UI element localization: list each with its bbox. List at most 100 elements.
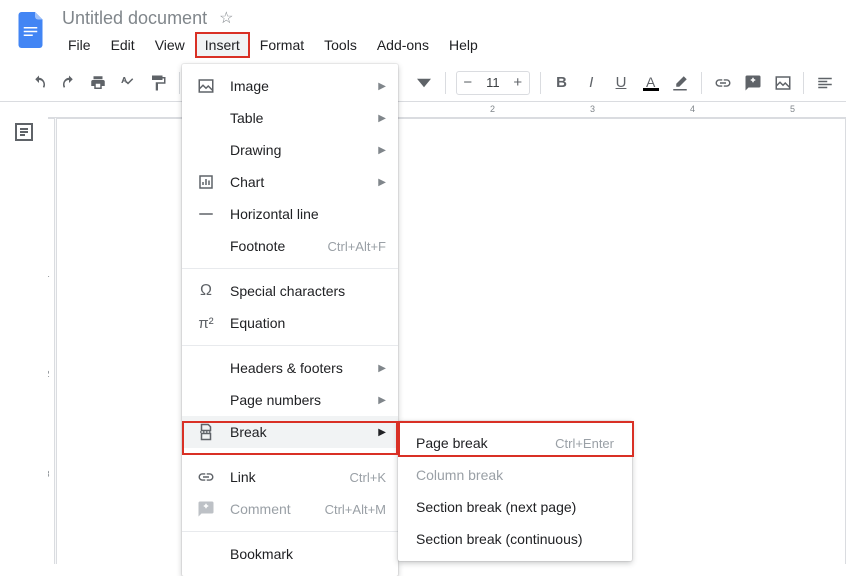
separator [540,72,541,94]
menu-item-label: Page numbers [230,392,370,408]
menu-item-label: Table [230,110,370,126]
separator [803,72,804,94]
highlight-color-button[interactable] [670,70,692,96]
insert-comment-button[interactable] [742,70,764,96]
document-title[interactable]: Untitled document [58,8,211,29]
omega-icon: Ω [196,282,216,300]
underline-button[interactable]: U [610,70,632,96]
menu-item-label: Break [230,424,370,440]
submenu-item-section-break-next-page[interactable]: Section break (next page) [398,491,632,523]
italic-button[interactable]: I [580,70,602,96]
print-button[interactable] [87,70,109,96]
menu-item-comment: Comment Ctrl+Alt+M [182,493,398,525]
menu-insert[interactable]: Insert [195,32,250,58]
ruler-tick: 5 [790,104,795,114]
menu-bar: FileEditViewInsertFormatToolsAdd-onsHelp [58,32,488,58]
menu-item-shortcut: Ctrl+K [350,470,386,485]
menu-item-label: Equation [230,315,386,331]
menu-format[interactable]: Format [250,32,314,58]
menu-item-label: Section break (continuous) [416,531,614,547]
submenu-arrow-icon: ▶ [378,395,386,406]
menu-item-break[interactable]: Break ▶ [182,416,398,448]
menu-item-chart[interactable]: Chart ▶ [182,166,398,198]
ruler-tick: 2 [490,104,495,114]
menu-item-label: Drawing [230,142,370,158]
menu-view[interactable]: View [145,32,195,58]
separator [701,72,702,94]
style-dropdown-arrow[interactable] [413,70,435,96]
menu-item-label: Comment [230,501,325,517]
menu-tools[interactable]: Tools [314,32,367,58]
insert-image-button[interactable] [772,70,794,96]
menu-item-label: Horizontal line [230,206,386,222]
submenu-item-page-break[interactable]: Page break Ctrl+Enter [398,427,632,459]
docs-logo[interactable] [12,10,52,50]
submenu-arrow-icon: ▶ [378,363,386,374]
menu-item-label: Chart [230,174,370,190]
text-color-button[interactable]: A [640,70,662,96]
menu-item-label: Footnote [230,238,327,254]
menu-item-label: Section break (next page) [416,499,614,515]
menu-item-drawing[interactable]: Drawing ▶ [182,134,398,166]
horizontal-line-icon [196,205,216,223]
menu-item-footnote[interactable]: Footnote Ctrl+Alt+F [182,230,398,262]
menu-item-shortcut: Ctrl+Alt+M [325,502,386,517]
menu-item-label: Image [230,78,370,94]
menu-item-label: Headers & footers [230,360,370,376]
paint-format-button[interactable] [147,70,169,96]
redo-button[interactable] [58,70,80,96]
submenu-item-column-break: Column break [398,459,632,491]
font-size-increase[interactable]: + [507,74,529,91]
page-break-icon [196,423,216,441]
menu-edit[interactable]: Edit [101,32,145,58]
menu-item-table[interactable]: Table ▶ [182,102,398,134]
separator [445,72,446,94]
menu-add-ons[interactable]: Add-ons [367,32,439,58]
menu-item-page-numbers[interactable]: Page numbers ▶ [182,384,398,416]
link-icon [196,468,216,486]
menu-item-horizontal-line[interactable]: Horizontal line [182,198,398,230]
font-size-decrease[interactable]: − [457,74,479,91]
menu-item-shortcut: Ctrl+Enter [555,436,614,451]
chart-icon [196,173,216,191]
submenu-arrow-icon: ▶ [378,427,386,438]
break-submenu: Page break Ctrl+Enter Column break Secti… [398,421,632,561]
menu-item-image[interactable]: Image ▶ [182,70,398,102]
ruler-tick: 4 [690,104,695,114]
toolbar: − 11 + B I U A [0,64,846,102]
star-icon[interactable]: ☆ [219,8,233,28]
menu-file[interactable]: File [58,32,101,58]
spellcheck-button[interactable] [117,70,139,96]
submenu-arrow-icon: ▶ [378,113,386,124]
menu-item-label: Bookmark [230,546,386,562]
menu-item-headers-footers[interactable]: Headers & footers ▶ [182,352,398,384]
menu-item-special-characters[interactable]: Ω Special characters [182,275,398,307]
submenu-arrow-icon: ▶ [378,177,386,188]
ruler-tick: 3 [48,469,54,479]
menu-item-label: Column break [416,467,614,483]
ruler-tick: 1 [48,269,54,279]
ruler-tick: 2 [48,369,54,379]
insert-menu-dropdown: Image ▶ Table ▶ Drawing ▶ Chart ▶ Horizo… [182,64,398,576]
document-outline-button[interactable] [12,120,36,144]
separator [179,72,180,94]
font-size-value[interactable]: 11 [479,75,507,90]
undo-button[interactable] [28,70,50,96]
menu-item-link[interactable]: Link Ctrl+K [182,461,398,493]
menu-item-equation[interactable]: π² Equation [182,307,398,339]
menu-item-bookmark[interactable]: Bookmark [182,538,398,570]
insert-link-button[interactable] [712,70,734,96]
menu-help[interactable]: Help [439,32,488,58]
horizontal-ruler: 12345 [48,102,846,118]
submenu-item-section-break-continuous[interactable]: Section break (continuous) [398,523,632,555]
bold-button[interactable]: B [551,70,573,96]
comment-icon [196,500,216,518]
pi-icon: π² [196,315,216,332]
submenu-arrow-icon: ▶ [378,145,386,156]
align-button[interactable] [814,70,836,96]
menu-item-shortcut: Ctrl+Alt+F [327,239,386,254]
menu-item-label: Link [230,469,350,485]
submenu-arrow-icon: ▶ [378,81,386,92]
ruler-tick: 3 [590,104,595,114]
image-icon [196,77,216,95]
